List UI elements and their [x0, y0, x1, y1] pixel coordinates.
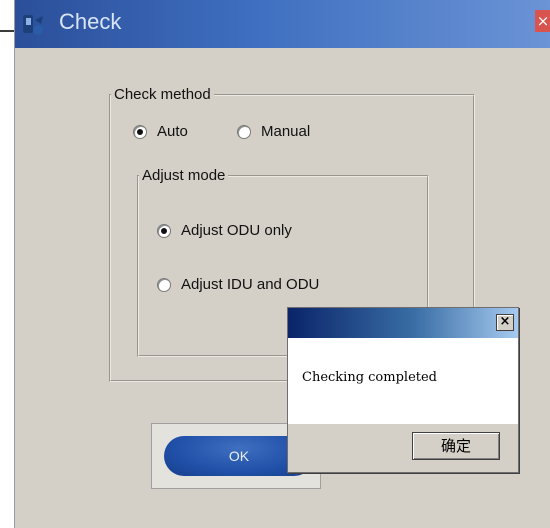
radio-auto[interactable]: Auto: [133, 123, 188, 140]
radio-auto-label: Auto: [157, 123, 188, 140]
radio-manual-indicator[interactable]: [237, 124, 251, 139]
title-bar[interactable]: Check ×: [15, 0, 550, 48]
radio-manual-label: Manual: [261, 123, 311, 140]
radio-manual[interactable]: Manual: [237, 123, 310, 140]
radio-adjust-idu-and-odu[interactable]: Adjust IDU and ODU: [157, 276, 319, 293]
radio-adjust-odu-only-indicator[interactable]: [157, 223, 171, 238]
check-method-legend: Check method: [114, 86, 211, 103]
message-confirm-button[interactable]: 确定: [412, 432, 500, 460]
app-icon: [23, 15, 43, 35]
window-title: Check: [59, 9, 122, 34]
message-dialog: × Checking completed 确定: [287, 307, 519, 473]
check-window: Check × Check method Auto Manual Adjust …: [14, 0, 550, 528]
adjust-mode-legend: Adjust mode: [142, 167, 226, 184]
radio-adjust-idu-and-odu-label: Adjust IDU and ODU: [181, 276, 320, 293]
radio-adjust-odu-only-label: Adjust ODU only: [181, 222, 292, 239]
close-icon[interactable]: ×: [535, 10, 550, 32]
message-close-icon[interactable]: ×: [496, 314, 514, 331]
radio-adjust-idu-and-odu-indicator[interactable]: [157, 277, 171, 292]
message-body: Checking completed: [288, 338, 518, 424]
radio-auto-indicator[interactable]: [133, 124, 147, 139]
message-title-bar[interactable]: ×: [288, 308, 518, 338]
message-text: Checking completed: [302, 370, 438, 385]
stray-line: [0, 30, 14, 32]
radio-adjust-odu-only[interactable]: Adjust ODU only: [157, 222, 292, 239]
